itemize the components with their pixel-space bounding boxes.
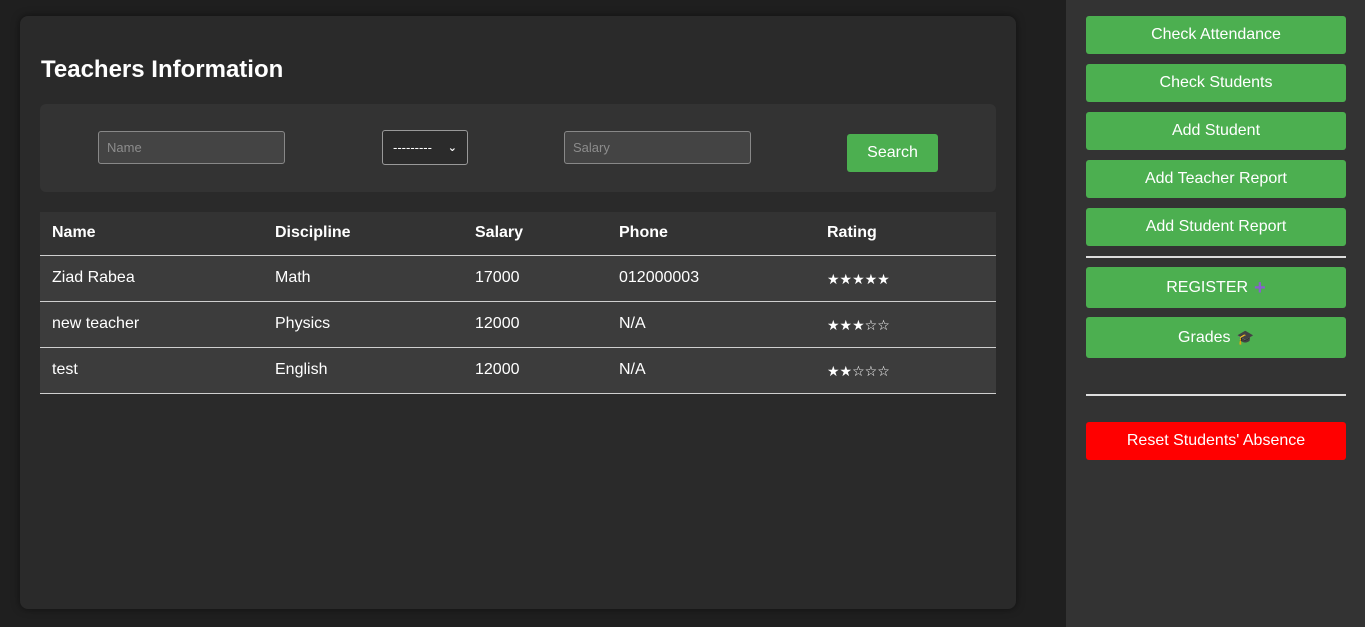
teachers-table: Name Discipline Salary Phone Rating Ziad…: [40, 212, 996, 394]
teachers-panel: Teachers Information --------- ⌄ Search …: [20, 16, 1016, 609]
add-student-report-button[interactable]: Add Student Report: [1086, 208, 1346, 246]
register-button[interactable]: REGISTER +: [1086, 267, 1346, 308]
chevron-down-icon: ⌄: [447, 142, 457, 154]
register-label: REGISTER: [1166, 278, 1249, 296]
cell-rating-stars: ★★★☆☆: [815, 301, 996, 348]
table-row: Ziad Rabea Math 17000 012000003 ★★★★★: [40, 255, 996, 302]
cell-salary: 12000: [463, 347, 607, 394]
column-header-name: Name: [40, 212, 263, 256]
table-row: new teacher Physics 12000 N/A ★★★☆☆: [40, 301, 996, 348]
cell-discipline: English: [263, 347, 463, 394]
sidebar: Check Attendance Check Students Add Stud…: [1066, 0, 1365, 627]
sidebar-divider: [1086, 394, 1346, 396]
name-search-input[interactable]: [98, 131, 285, 164]
cell-salary: 17000: [463, 255, 607, 302]
search-button[interactable]: Search: [847, 134, 938, 172]
column-header-salary: Salary: [463, 212, 607, 256]
cell-name: Ziad Rabea: [40, 255, 263, 302]
column-header-phone: Phone: [607, 212, 815, 256]
page-title: Teachers Information: [41, 56, 284, 83]
cell-rating-stars: ★★★★★: [815, 255, 996, 302]
reset-students-absence-button[interactable]: Reset Students' Absence: [1086, 422, 1346, 460]
add-teacher-report-button[interactable]: Add Teacher Report: [1086, 160, 1346, 198]
cell-discipline: Physics: [263, 301, 463, 348]
graduation-cap-icon: 🎓: [1236, 329, 1254, 345]
table-header-row: Name Discipline Salary Phone Rating: [40, 212, 996, 256]
salary-search-input[interactable]: [564, 131, 751, 164]
search-bar: --------- ⌄ Search: [40, 104, 996, 192]
column-header-rating: Rating: [815, 212, 996, 256]
discipline-select[interactable]: --------- ⌄: [382, 130, 468, 165]
check-attendance-button[interactable]: Check Attendance: [1086, 16, 1346, 54]
column-header-discipline: Discipline: [263, 212, 463, 256]
grades-label: Grades: [1178, 328, 1231, 346]
table-row: test English 12000 N/A ★★☆☆☆: [40, 347, 996, 394]
cell-salary: 12000: [463, 301, 607, 348]
plus-icon: +: [1254, 276, 1266, 299]
cell-phone: N/A: [607, 347, 815, 394]
cell-phone: 012000003: [607, 255, 815, 302]
sidebar-divider: [1086, 256, 1346, 258]
cell-name: test: [40, 347, 263, 394]
cell-discipline: Math: [263, 255, 463, 302]
check-students-button[interactable]: Check Students: [1086, 64, 1346, 102]
add-student-button[interactable]: Add Student: [1086, 112, 1346, 150]
cell-rating-stars: ★★☆☆☆: [815, 347, 996, 394]
cell-phone: N/A: [607, 301, 815, 348]
grades-button[interactable]: Grades 🎓: [1086, 317, 1346, 358]
cell-name: new teacher: [40, 301, 263, 348]
discipline-select-value: ---------: [393, 140, 432, 155]
